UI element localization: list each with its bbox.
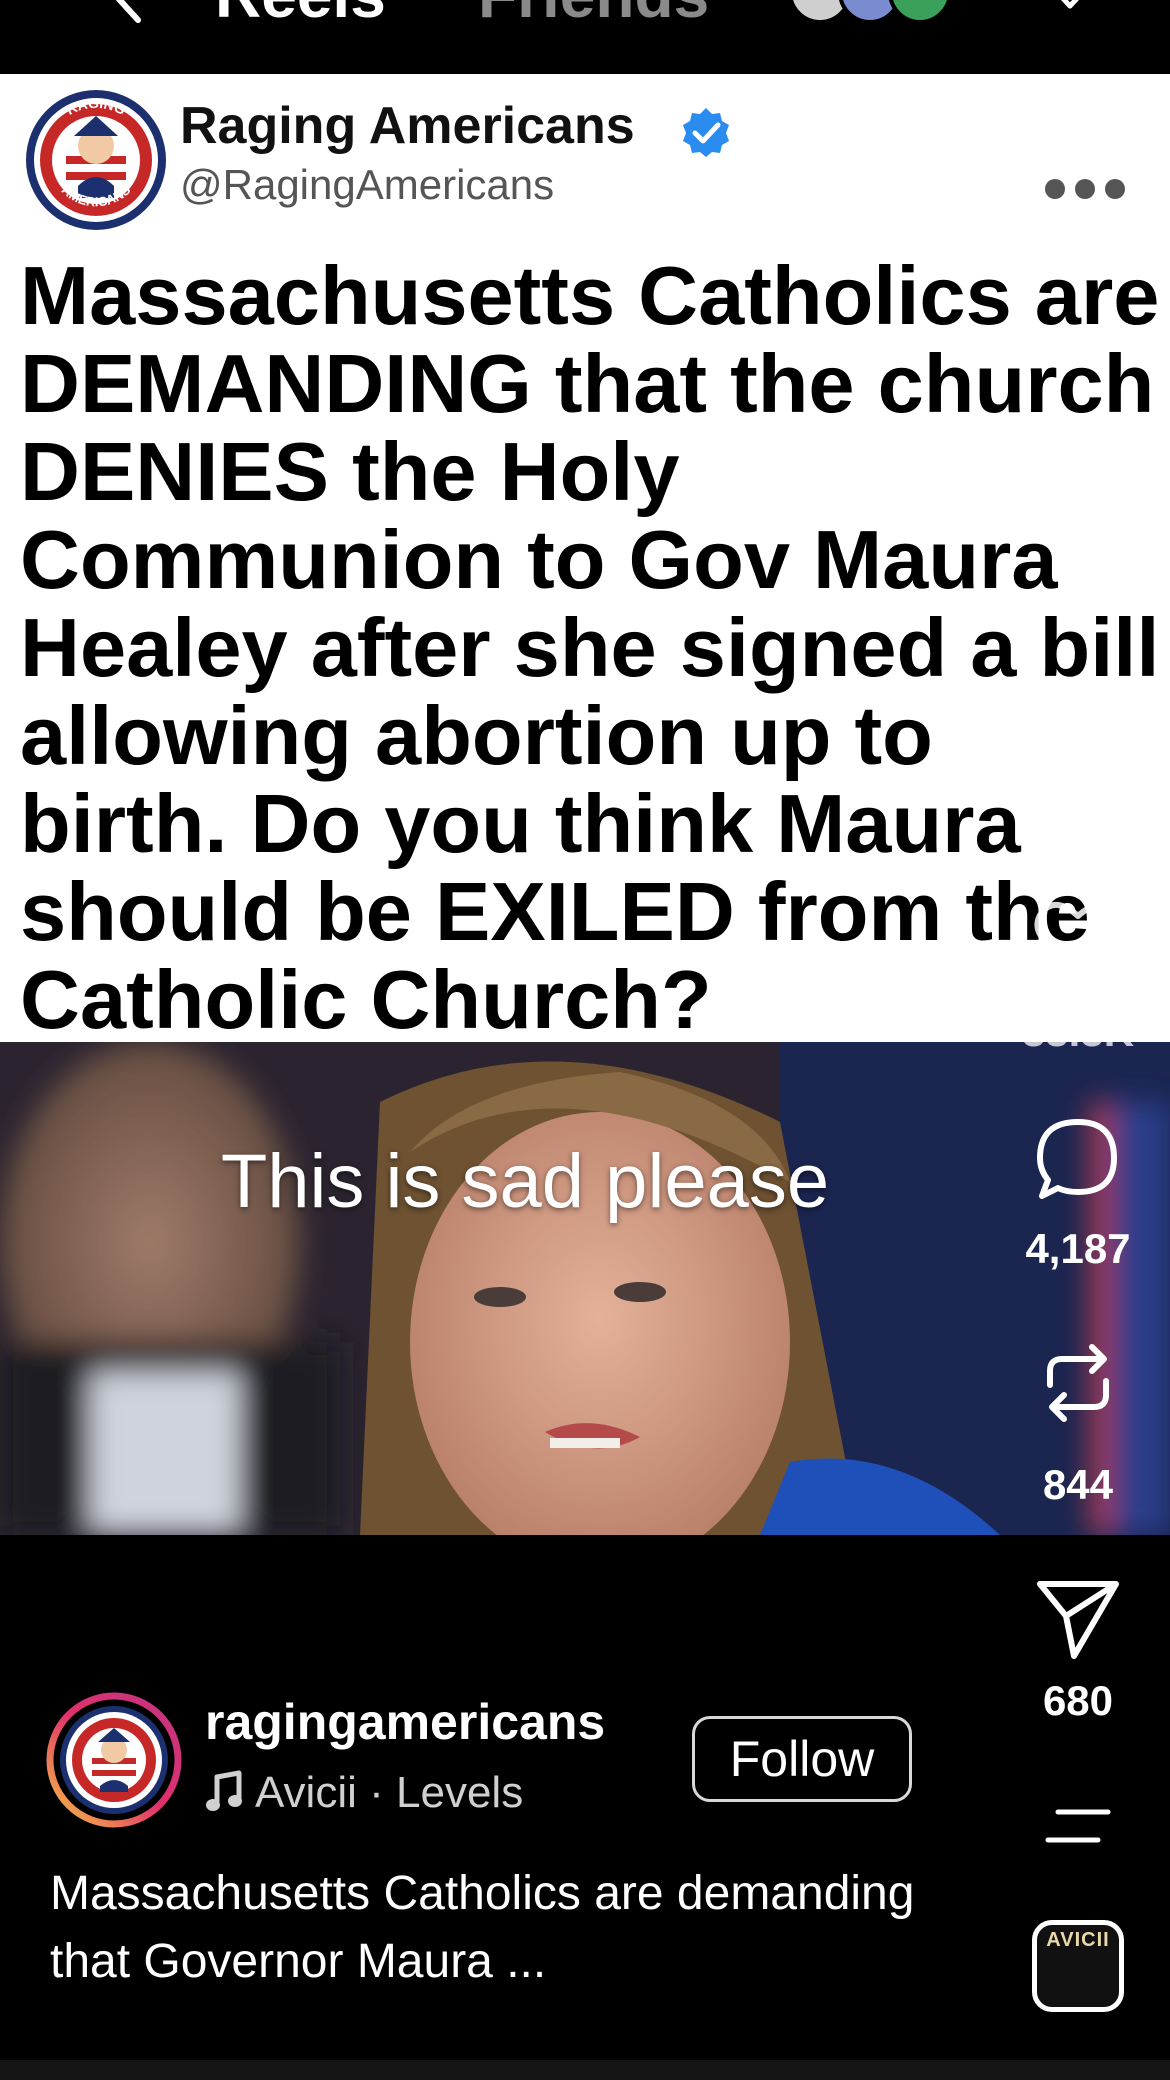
tab-reels[interactable]: Reels (215, 0, 386, 30)
author-avatar[interactable] (46, 1692, 182, 1828)
more-horizontal-icon (1045, 179, 1125, 199)
bottom-edge (0, 2060, 1170, 2080)
embedded-post-card: RAGING AMERICANS Raging Americans @Ragin… (0, 74, 1170, 1042)
music-note-icon (206, 1770, 242, 1811)
audio-thumbnail-label: AVICII (1046, 1929, 1110, 1951)
comment-icon[interactable] (1030, 1112, 1126, 1208)
top-nav: Reels Friends (0, 0, 1170, 72)
repost-icon[interactable] (1030, 1335, 1126, 1431)
tab-friends[interactable]: Friends (478, 0, 709, 30)
author-username[interactable]: ragingamericans (205, 1693, 605, 1751)
comment-count: 4,187 (1025, 1225, 1131, 1272)
music-separator: · (369, 1768, 384, 1817)
music-artist: Avicii (255, 1768, 357, 1817)
audio-thumbnail[interactable]: AVICII (1032, 1920, 1124, 2012)
repost-count: 844 (1042, 1461, 1114, 1508)
back-chevron-icon[interactable] (100, 0, 160, 30)
music-attribution[interactable]: Avicii · Levels (205, 1764, 523, 1822)
reel-caption[interactable]: Massachusetts Catholics are demanding th… (50, 1860, 950, 1996)
post-body-text: Massachusetts Catholics are DEMANDING th… (20, 249, 1160, 1043)
profile-add-icon[interactable] (1035, 0, 1105, 20)
raging-americans-logo: RAGING AMERICANS (26, 90, 166, 230)
follow-button[interactable]: Follow (692, 1716, 912, 1802)
verified-badge-icon (683, 108, 729, 157)
music-track: Levels (396, 1768, 524, 1817)
friend-avatars[interactable] (785, 0, 965, 22)
like-count: 33.3K (1021, 1008, 1135, 1055)
share-paper-plane-icon[interactable] (1030, 1568, 1126, 1664)
post-account-name: Raging Americans (180, 97, 635, 155)
menu-icon[interactable] (1044, 1806, 1112, 1846)
post-account-handle: @RagingAmericans (180, 161, 555, 208)
share-count: 680 (1042, 1677, 1114, 1724)
heart-icon[interactable] (1030, 890, 1126, 986)
video-overlay-text: This is sad please (220, 1139, 830, 1224)
